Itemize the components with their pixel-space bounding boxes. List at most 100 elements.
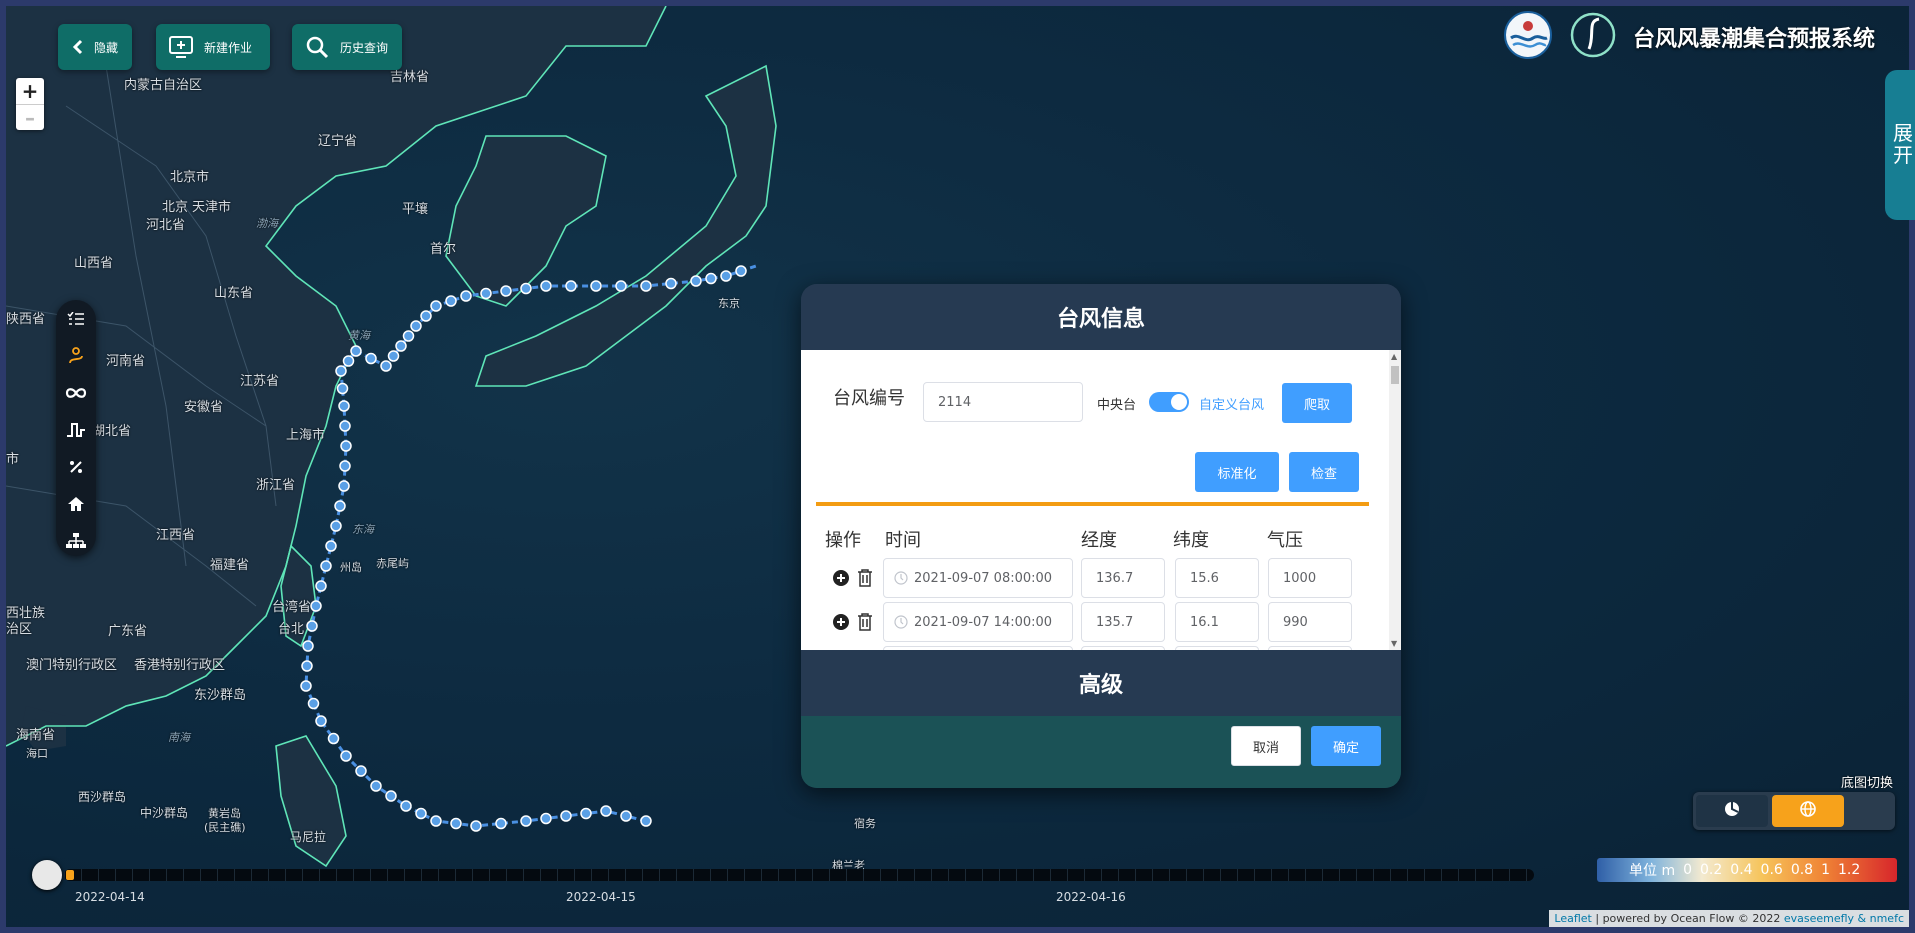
track-point[interactable]	[520, 815, 532, 827]
basemap-option-empty[interactable]	[1848, 795, 1892, 827]
track-point[interactable]	[334, 500, 346, 512]
delete-row-icon[interactable]	[857, 569, 873, 591]
normalize-button[interactable]: 标准化	[1195, 452, 1279, 492]
track-point[interactable]	[400, 800, 412, 812]
zoom-out-button[interactable]: –	[16, 104, 44, 130]
pressure-input[interactable]: 1000	[1268, 558, 1352, 598]
track-point[interactable]	[590, 280, 602, 292]
track-point[interactable]	[335, 365, 347, 377]
track-point[interactable]	[339, 460, 351, 472]
track-point[interactable]	[340, 440, 352, 452]
track-point[interactable]	[620, 810, 632, 822]
new-job-button[interactable]: 新建作业	[156, 24, 270, 70]
track-point[interactable]	[310, 600, 322, 612]
track-point[interactable]	[395, 340, 407, 352]
source-toggle[interactable]	[1149, 392, 1189, 412]
track-point[interactable]	[540, 280, 552, 292]
track-point[interactable]	[325, 540, 337, 552]
track-point[interactable]	[430, 815, 442, 827]
track-point[interactable]	[327, 732, 340, 745]
track-point[interactable]	[640, 280, 652, 292]
track-point[interactable]	[301, 660, 313, 672]
track-point[interactable]	[338, 400, 350, 412]
basemap-option-terrain[interactable]	[1696, 795, 1768, 827]
advanced-section-header[interactable]: 高级	[801, 650, 1401, 716]
zoom-in-button[interactable]: +	[16, 78, 44, 104]
pressure-input[interactable]: 990	[1268, 602, 1352, 642]
track-point[interactable]	[336, 382, 349, 395]
track-point[interactable]	[302, 640, 314, 652]
leaflet-link[interactable]: Leaflet	[1554, 912, 1591, 925]
track-point[interactable]	[365, 352, 377, 365]
add-row-icon[interactable]	[833, 614, 849, 634]
track-point[interactable]	[402, 330, 415, 342]
scroll-thumb[interactable]	[1391, 366, 1399, 384]
hide-button[interactable]: 隐藏	[58, 24, 132, 70]
time-input[interactable]: 2021-09-07 08:00:00	[883, 558, 1073, 598]
track-point[interactable]	[450, 817, 462, 830]
track-point[interactable]	[330, 520, 342, 532]
track-point[interactable]	[640, 815, 652, 827]
track-point[interactable]	[320, 560, 332, 572]
typhoon-no-input[interactable]: 2114	[923, 382, 1083, 422]
track-point[interactable]	[385, 790, 397, 802]
track-point[interactable]	[580, 807, 592, 820]
history-button[interactable]: 历史查询	[292, 24, 402, 70]
track-point[interactable]	[615, 280, 627, 292]
track-point[interactable]	[470, 820, 482, 832]
cancel-button[interactable]: 取消	[1231, 726, 1301, 766]
lat-input[interactable]: 15.6	[1175, 558, 1259, 598]
track-point[interactable]	[705, 272, 717, 285]
track-point[interactable]	[300, 680, 312, 692]
delete-row-icon[interactable]	[857, 613, 873, 635]
step-icon[interactable]	[56, 411, 96, 448]
lat-input[interactable]: 16.1	[1175, 602, 1259, 642]
route-icon[interactable]	[56, 337, 96, 374]
track-point[interactable]	[720, 270, 732, 282]
track-point[interactable]	[307, 697, 320, 710]
track-point[interactable]	[420, 310, 432, 322]
track-point[interactable]	[445, 295, 457, 307]
track-point[interactable]	[306, 620, 318, 632]
track-point[interactable]	[340, 750, 352, 762]
confirm-button[interactable]: 确定	[1311, 726, 1381, 766]
track-point[interactable]	[480, 287, 492, 300]
track-point[interactable]	[690, 275, 702, 287]
track-point[interactable]	[735, 265, 747, 277]
hierarchy-icon[interactable]	[56, 522, 96, 559]
track-point[interactable]	[315, 715, 327, 727]
track-point[interactable]	[380, 360, 392, 372]
basemap-option-satellite[interactable]	[1772, 795, 1844, 827]
track-point[interactable]	[342, 355, 355, 367]
track-point[interactable]	[540, 812, 552, 825]
dialog-scrollbar[interactable]: ▲ ▼	[1389, 350, 1401, 650]
track-point[interactable]	[500, 285, 512, 297]
track-point[interactable]	[339, 420, 351, 432]
track-point[interactable]	[665, 277, 677, 290]
track-point[interactable]	[460, 290, 472, 302]
expand-panel-tab[interactable]: 展 开	[1885, 70, 1915, 220]
lon-input[interactable]: 135.7	[1081, 602, 1165, 642]
track-point[interactable]	[415, 807, 427, 820]
scroll-up-icon[interactable]: ▲	[1391, 352, 1397, 361]
track-point[interactable]	[430, 300, 442, 312]
track-point[interactable]	[410, 320, 422, 332]
track-point[interactable]	[495, 817, 507, 830]
track-point[interactable]	[338, 480, 350, 492]
lon-input[interactable]: 136.7	[1081, 558, 1165, 598]
infinity-icon[interactable]	[56, 374, 96, 411]
author-link[interactable]: evaseemefly & nmefc	[1784, 912, 1904, 925]
track-point[interactable]	[600, 805, 612, 817]
track-point[interactable]	[350, 345, 362, 357]
track-point[interactable]	[565, 280, 577, 292]
track-point[interactable]	[387, 350, 400, 362]
scroll-down-icon[interactable]: ▼	[1391, 639, 1397, 648]
track-point[interactable]	[560, 810, 572, 822]
check-button[interactable]: 检查	[1289, 452, 1359, 492]
list-icon[interactable]	[56, 300, 96, 337]
time-handle[interactable]	[32, 860, 62, 890]
fetch-button[interactable]: 爬取	[1282, 383, 1352, 423]
percent-icon[interactable]	[56, 448, 96, 485]
home-icon[interactable]	[56, 485, 96, 522]
track-point[interactable]	[520, 282, 532, 295]
